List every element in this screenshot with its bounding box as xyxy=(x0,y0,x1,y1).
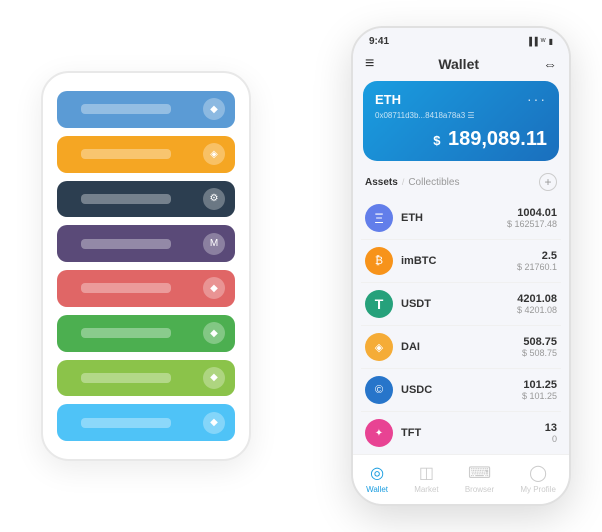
status-bar: 9:41 ▐▐ ᵂ ▮ xyxy=(353,28,569,51)
eth-label: ETH xyxy=(375,92,401,107)
scan-icon[interactable]: ⇔ xyxy=(543,56,557,72)
tab-assets[interactable]: Assets xyxy=(365,177,398,188)
eth-card[interactable]: ETH ··· 0x08711d3b...8418a78a3 ☰ $ 189,0… xyxy=(363,81,559,161)
profile-nav-label: My Profile xyxy=(520,485,556,494)
list-item[interactable]: ◈ xyxy=(57,136,235,173)
list-item[interactable]: ◆ xyxy=(57,404,235,441)
asset-amount: 508.75 xyxy=(522,336,557,348)
asset-name: ETH xyxy=(401,212,499,224)
eth-card-header: ETH ··· xyxy=(375,91,547,107)
status-time: 9:41 xyxy=(369,36,389,47)
balance-currency: $ xyxy=(433,133,440,148)
tab-divider: / xyxy=(402,177,405,187)
card-icon: ◈ xyxy=(203,143,225,165)
table-row[interactable]: © USDC 101.25 $ 101.25 xyxy=(361,369,561,412)
asset-usd: $ 4201.08 xyxy=(517,305,557,315)
imbtc-token-icon: ₿ xyxy=(365,247,393,275)
list-item[interactable]: M xyxy=(57,225,235,262)
asset-usd: $ 162517.48 xyxy=(507,219,557,229)
table-row[interactable]: T USDT 4201.08 $ 4201.08 xyxy=(361,283,561,326)
nav-browser[interactable]: ⌨ Browser xyxy=(465,463,494,494)
tft-token-icon: ✦ xyxy=(365,419,393,447)
nav-market[interactable]: ◫ Market xyxy=(414,463,438,494)
card-icon: ⚙ xyxy=(203,188,225,210)
wifi-icon: ᵂ xyxy=(541,37,546,46)
assets-tabs: Assets / Collectibles xyxy=(365,177,459,188)
list-item[interactable]: ◆ xyxy=(57,91,235,128)
asset-usd: $ 101.25 xyxy=(522,391,557,401)
wallet-nav-icon: ◎ xyxy=(370,463,384,483)
table-row[interactable]: ◈ DAI 508.75 $ 508.75 xyxy=(361,326,561,369)
eth-token-icon: Ξ xyxy=(365,204,393,232)
signal-icon: ▐▐ xyxy=(526,37,537,46)
asset-name: TFT xyxy=(401,427,537,439)
bottom-nav: ◎ Wallet ◫ Market ⌨ Browser ◯ My Profile xyxy=(353,454,569,504)
battery-icon: ▮ xyxy=(549,37,553,46)
page-title: Wallet xyxy=(438,56,479,72)
list-item[interactable]: ◆ xyxy=(57,360,235,397)
scene: ◆ ◈ ⚙ M ◆ ◆ ◆ ◆ xyxy=(11,11,591,521)
browser-nav-icon: ⌨ xyxy=(468,463,491,483)
asset-amount: 1004.01 xyxy=(507,207,557,219)
card-icon: M xyxy=(203,233,225,255)
card-icon: ◆ xyxy=(203,367,225,389)
list-item[interactable]: ◆ xyxy=(57,315,235,352)
nav-profile[interactable]: ◯ My Profile xyxy=(520,463,556,494)
background-phone: ◆ ◈ ⚙ M ◆ ◆ ◆ ◆ xyxy=(41,71,251,461)
asset-usd: $ 21760.1 xyxy=(517,262,557,272)
nav-wallet[interactable]: ◎ Wallet xyxy=(366,463,388,494)
asset-amount: 2.5 xyxy=(517,250,557,262)
assets-header: Assets / Collectibles + xyxy=(353,169,569,197)
status-icons: ▐▐ ᵂ ▮ xyxy=(526,37,553,46)
asset-amount: 4201.08 xyxy=(517,293,557,305)
asset-name: DAI xyxy=(401,341,514,353)
table-row[interactable]: Ξ ETH 1004.01 $ 162517.48 xyxy=(361,197,561,240)
card-icon: ◆ xyxy=(203,322,225,344)
asset-usd: 0 xyxy=(545,434,557,444)
table-row[interactable]: ✦ TFT 13 0 xyxy=(361,412,561,454)
eth-address: 0x08711d3b...8418a78a3 ☰ xyxy=(375,111,547,120)
menu-icon[interactable]: ≡ xyxy=(365,55,374,73)
asset-amount: 13 xyxy=(545,422,557,434)
list-item[interactable]: ⚙ xyxy=(57,181,235,218)
table-row[interactable]: ₿ imBTC 2.5 $ 21760.1 xyxy=(361,240,561,283)
eth-balance: $ 189,089.11 xyxy=(375,128,547,151)
card-icon: ◆ xyxy=(203,412,225,434)
asset-name: USDT xyxy=(401,298,509,310)
dai-token-icon: ◈ xyxy=(365,333,393,361)
asset-usd: $ 508.75 xyxy=(522,348,557,358)
list-item[interactable]: ◆ xyxy=(57,270,235,307)
browser-nav-label: Browser xyxy=(465,485,494,494)
market-nav-icon: ◫ xyxy=(419,463,434,483)
wallet-nav-label: Wallet xyxy=(366,485,388,494)
card-icon: ◆ xyxy=(203,98,225,120)
profile-nav-icon: ◯ xyxy=(529,463,547,483)
tab-collectibles[interactable]: Collectibles xyxy=(408,177,459,188)
eth-menu-dots[interactable]: ··· xyxy=(527,91,547,107)
asset-amount: 101.25 xyxy=(522,379,557,391)
asset-list: Ξ ETH 1004.01 $ 162517.48 ₿ imBTC 2.5 $ … xyxy=(353,197,569,454)
usdt-token-icon: T xyxy=(365,290,393,318)
card-icon: ◆ xyxy=(203,277,225,299)
add-asset-button[interactable]: + xyxy=(539,173,557,191)
phone-header: ≡ Wallet ⇔ xyxy=(353,51,569,81)
asset-name: imBTC xyxy=(401,255,509,267)
asset-name: USDC xyxy=(401,384,514,396)
usdc-token-icon: © xyxy=(365,376,393,404)
balance-amount: 189,089.11 xyxy=(448,128,547,150)
market-nav-label: Market xyxy=(414,485,438,494)
main-phone: 9:41 ▐▐ ᵂ ▮ ≡ Wallet ⇔ ETH ··· 0x08711d3… xyxy=(351,26,571,506)
